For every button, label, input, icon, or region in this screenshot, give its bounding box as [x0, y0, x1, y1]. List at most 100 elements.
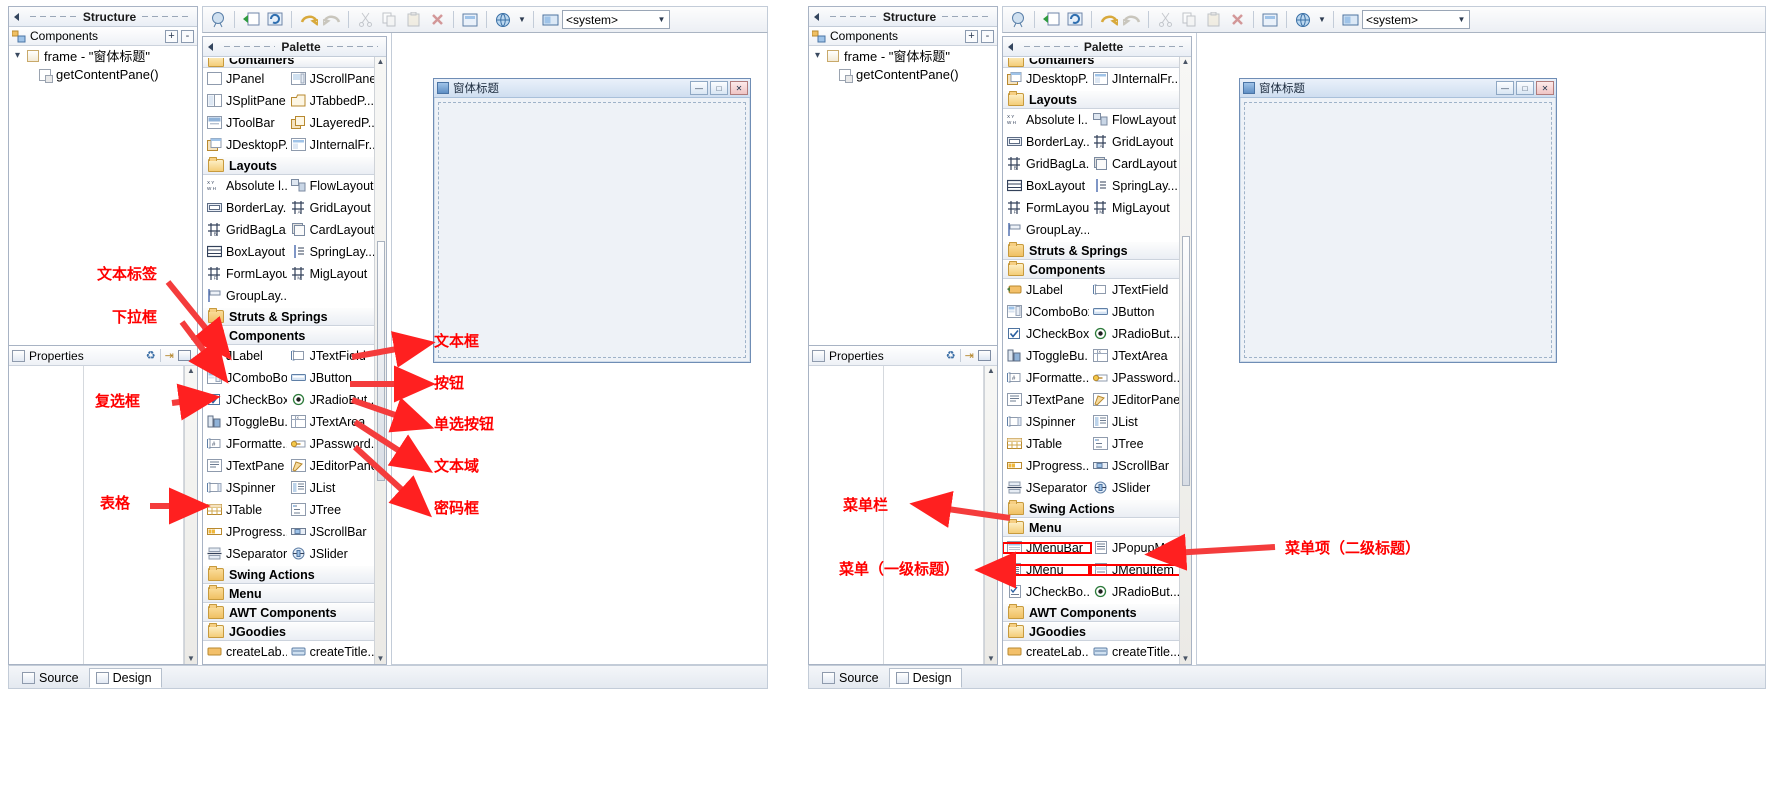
undo-icon[interactable] — [297, 9, 319, 30]
tab-design-left[interactable]: Design — [88, 668, 162, 688]
palette-scroll-up-icon[interactable]: ▲ — [377, 57, 385, 67]
swing-frame-preview-left[interactable]: 窗体标题 — □ ✕ — [433, 78, 751, 363]
palette-item-gridbagla[interactable]: B GridBagLa... — [203, 223, 287, 237]
palette-item-miglayout[interactable]: M MigLayout — [287, 267, 374, 281]
tab-source-right[interactable]: Source — [815, 668, 889, 688]
palette-item-jtextfield[interactable]: JTextField — [1089, 283, 1179, 297]
palette-item-jtextfield[interactable]: JTextField — [287, 349, 374, 363]
minimize-button[interactable]: — — [1496, 81, 1514, 95]
palette-item-jdesktopp[interactable]: JDesktopP... — [203, 138, 287, 152]
palette-item-jcombobox[interactable]: JComboBox — [203, 371, 287, 385]
scroll-down-icon[interactable]: ▼ — [187, 654, 195, 664]
palette-item-jeditorpane[interactable]: JEditorPane — [287, 459, 374, 473]
editor-toolbar-left[interactable]: ▼ <system> ▼ — [202, 6, 768, 33]
palette-item-flowlayout[interactable]: FlowLayout — [287, 179, 374, 193]
palette-item-jlabel[interactable]: JLabel — [1003, 283, 1089, 297]
palette-scroll-thumb[interactable] — [1181, 235, 1190, 486]
chevron-down-icon[interactable]: ▾ — [815, 50, 827, 61]
tab-design-right[interactable]: Design — [888, 668, 962, 688]
palette-item-borderlay[interactable]: BorderLay... — [1003, 135, 1089, 149]
restore-default-icon[interactable]: ♻ — [946, 349, 956, 362]
swing-content-pane[interactable] — [438, 102, 746, 358]
palette-item-jprogress[interactable]: JProgress... — [1003, 459, 1089, 473]
properties-scrollbar[interactable]: ▲ ▼ — [184, 366, 197, 664]
copy-icon[interactable] — [378, 9, 400, 30]
palette-category-layouts[interactable]: Layouts — [203, 156, 374, 175]
palette-item-jpopupm[interactable]: JPopupM... — [1089, 541, 1179, 555]
open-editor-icon[interactable] — [1040, 9, 1062, 30]
tab-source-left[interactable]: Source — [15, 668, 89, 688]
palette-category-jgoodies[interactable]: JGoodies — [203, 622, 374, 641]
globe-icon[interactable] — [1292, 9, 1314, 30]
palette-scroll-up-icon[interactable]: ▲ — [1182, 57, 1190, 67]
scroll-up-icon[interactable]: ▲ — [987, 366, 995, 376]
palette-item-createtitle[interactable]: createTitle... — [287, 645, 374, 659]
maximize-button[interactable]: □ — [710, 81, 728, 95]
refresh-icon[interactable] — [1064, 9, 1086, 30]
test-icon[interactable] — [207, 9, 229, 30]
copy-icon[interactable] — [1178, 9, 1200, 30]
palette-item-jmenubar[interactable]: JMenuBar — [1003, 541, 1089, 555]
palette-item-boxlayout[interactable]: BoxLayout — [203, 245, 287, 259]
palette-item-springlay[interactable]: SpringLay... — [287, 245, 374, 259]
palette-collapse-icon[interactable] — [1008, 42, 1013, 51]
palette-category-components[interactable]: Components — [203, 326, 374, 345]
delete-icon[interactable] — [426, 9, 448, 30]
palette-item-jformatte[interactable]: # JFormatte... — [203, 437, 287, 451]
palette-item-jlayeredp[interactable]: JLayeredP... — [287, 116, 374, 130]
palette-item-jscrollbar[interactable]: JScrollBar — [1089, 459, 1179, 473]
palette-item-gridbagla[interactable]: B GridBagLa... — [1003, 157, 1089, 171]
chevron-down-icon[interactable]: ▼ — [1454, 11, 1469, 28]
palette-scroll-down-icon[interactable]: ▼ — [377, 654, 385, 664]
palette-item-jtextpane[interactable]: JTextPane — [1003, 393, 1089, 407]
chevron-down-icon[interactable]: ▾ — [15, 50, 27, 61]
palette-item-jpassword[interactable]: JPassword... — [287, 437, 374, 451]
palette-item-createlab[interactable]: createLab... — [1003, 645, 1089, 659]
palette-scroll-down-icon[interactable]: ▼ — [1182, 654, 1190, 664]
palette-category-components[interactable]: Components — [1003, 260, 1179, 279]
cut-icon[interactable] — [354, 9, 376, 30]
palette-category-jgoodies[interactable]: JGoodies — [1003, 622, 1179, 641]
scroll-up-icon[interactable]: ▲ — [187, 366, 195, 376]
palette-item-absolute-l[interactable]: X YW H Absolute l... — [1003, 113, 1089, 127]
palette-item-cardlayout[interactable]: CardLayout — [287, 223, 374, 237]
palette-item-jeditorpane[interactable]: JEditorPane — [1089, 393, 1179, 407]
tree-item-frame[interactable]: ▾ frame - "窗体标题" — [809, 46, 997, 65]
test-icon[interactable] — [1007, 9, 1029, 30]
palette-item-jcombobox[interactable]: JComboBox — [1003, 305, 1089, 319]
palette-collapse-icon[interactable] — [208, 42, 213, 51]
swing-frame-titlebar[interactable]: 窗体标题 — □ ✕ — [434, 79, 750, 98]
cut-icon[interactable] — [1154, 9, 1176, 30]
palette-item-jtree[interactable]: JTree — [287, 503, 374, 517]
palette-item-jpassword[interactable]: JPassword... — [1089, 371, 1179, 385]
palette-item-springlay[interactable]: SpringLay... — [1089, 179, 1179, 193]
minimize-button[interactable]: — — [690, 81, 708, 95]
palette-category-swing-actions[interactable]: Swing Actions — [203, 565, 374, 584]
design-canvas-right[interactable]: 窗体标题 — □ ✕ — [1196, 33, 1766, 665]
restore-default-icon[interactable]: ♻ — [146, 349, 156, 362]
palette-item-formlayout[interactable]: F FormLayout — [203, 267, 287, 281]
show-advanced-icon[interactable]: ⇥ — [965, 349, 974, 362]
palette-item-jseparator[interactable]: JSeparator — [203, 547, 287, 561]
undo-icon[interactable] — [1097, 9, 1119, 30]
chevron-down-icon[interactable]: ▼ — [654, 11, 669, 28]
expand-all-button[interactable]: + — [165, 29, 178, 43]
swing-frame-titlebar[interactable]: 窗体标题 — □ ✕ — [1240, 79, 1556, 98]
palette-item-jtextarea[interactable]: X JTextArea — [1089, 349, 1179, 363]
structure-view-title-bar[interactable]: Structure — [9, 7, 197, 27]
palette-item-jlist[interactable]: JList — [1089, 415, 1179, 429]
palette-scrollbar-right[interactable]: ▲ ▼ — [1179, 57, 1191, 664]
palette-item-cardlayout[interactable]: CardLayout — [1089, 157, 1179, 171]
swing-content-pane[interactable] — [1244, 102, 1552, 358]
lookandfeel-combo[interactable]: <system> ▼ — [1362, 10, 1470, 29]
lookandfeel-icon[interactable] — [1339, 9, 1361, 30]
palette-item-jslider[interactable]: JSlider — [287, 547, 374, 561]
lookandfeel-combo[interactable]: <system> ▼ — [562, 10, 670, 29]
lookandfeel-icon[interactable] — [539, 9, 561, 30]
palette-item-jcheckbox[interactable]: JCheckBox — [203, 393, 287, 407]
palette-item-gridlayout[interactable]: A GridLayout — [1089, 135, 1179, 149]
palette-category-containers[interactable]: Containers — [1003, 57, 1179, 68]
palette-category-struts-springs[interactable]: Struts & Springs — [1003, 241, 1179, 260]
palette-item-jinternalfr[interactable]: JInternalFr... — [1089, 72, 1179, 86]
palette-item-jtextpane[interactable]: JTextPane — [203, 459, 287, 473]
